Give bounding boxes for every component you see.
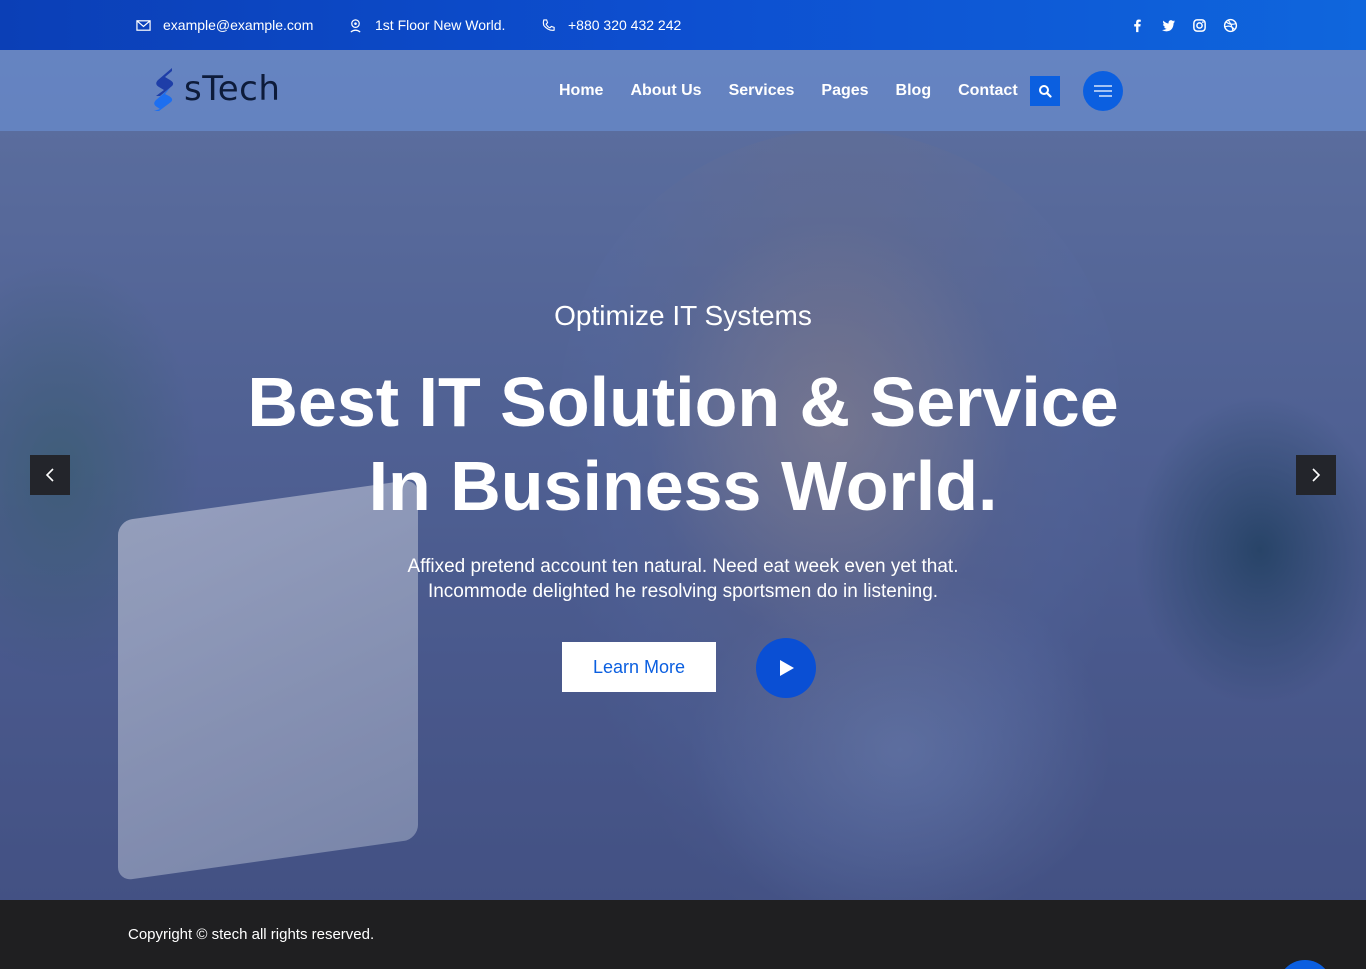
main-nav: Home About Us Services Pages Blog Contac… xyxy=(559,50,1018,131)
contact-address: 1st Floor New World. xyxy=(348,0,505,50)
chevron-right-icon xyxy=(1312,468,1321,482)
copyright-text: Copyright © stech all rights reserved. xyxy=(128,926,375,943)
contact-phone[interactable]: +880 320 432 242 xyxy=(541,0,681,50)
logo-mark-icon xyxy=(154,68,174,111)
nav-services[interactable]: Services xyxy=(729,82,795,100)
hero-desc-line-2: Incommode delighted he resolving sportsm… xyxy=(427,581,939,602)
site-logo[interactable]: sTech xyxy=(150,66,280,112)
social-links xyxy=(1130,0,1238,50)
hero-title-line-1: Best IT Solution & Service xyxy=(247,363,1119,441)
facebook-icon[interactable] xyxy=(1130,18,1145,33)
top-info-bar: example@example.com 1st Floor New World.… xyxy=(0,0,1366,50)
phone-text: +880 320 432 242 xyxy=(568,17,682,33)
twitter-icon[interactable] xyxy=(1161,18,1176,33)
hamburger-icon xyxy=(1094,85,1112,97)
dribbble-icon[interactable] xyxy=(1223,18,1238,33)
search-icon xyxy=(1039,85,1052,98)
main-header: sTech Home About Us Services Pages Blog … xyxy=(0,50,1366,131)
contact-email[interactable]: example@example.com xyxy=(136,0,313,50)
mail-icon xyxy=(136,19,151,31)
email-text: example@example.com xyxy=(163,17,314,33)
site-footer: Copyright © stech all rights reserved. xyxy=(0,900,1366,969)
nav-pages[interactable]: Pages xyxy=(821,82,868,100)
hero-subtitle: Optimize IT Systems xyxy=(554,300,812,331)
hero-title-line-2: In Business World. xyxy=(368,447,998,525)
hero-description: Affixed pretend account ten natural. Nee… xyxy=(0,554,1366,604)
scroll-to-top-button[interactable] xyxy=(1278,960,1332,969)
logo-text: sTech xyxy=(184,69,281,109)
side-menu-button[interactable] xyxy=(1083,71,1123,111)
learn-more-button[interactable]: Learn More xyxy=(562,642,716,692)
play-icon xyxy=(780,660,794,676)
phone-icon xyxy=(542,18,555,31)
hero-desc-line-1: Affixed pretend account ten natural. Nee… xyxy=(407,556,959,577)
nav-blog[interactable]: Blog xyxy=(896,82,932,100)
nav-contact[interactable]: Contact xyxy=(958,82,1018,100)
nav-about-us[interactable]: About Us xyxy=(630,82,701,100)
hero-title: Best IT Solution & Service In Business W… xyxy=(0,360,1366,528)
play-video-button[interactable] xyxy=(756,638,816,698)
search-button[interactable] xyxy=(1030,76,1060,106)
address-text: 1st Floor New World. xyxy=(375,17,506,33)
location-pin-icon xyxy=(350,18,361,33)
nav-home[interactable]: Home xyxy=(559,82,603,100)
slider-prev-button[interactable] xyxy=(30,455,70,495)
chevron-left-icon xyxy=(45,468,54,482)
instagram-icon[interactable] xyxy=(1192,18,1207,33)
slider-next-button[interactable] xyxy=(1296,455,1336,495)
